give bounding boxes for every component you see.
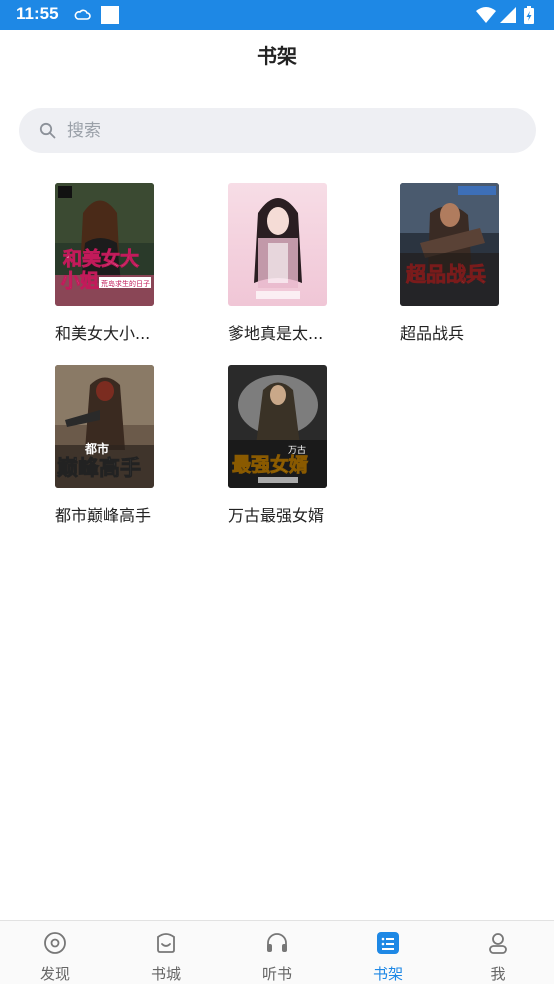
book-item[interactable]: 爹地真是太... [228, 183, 338, 344]
book-title: 都市巅峰高手 [55, 506, 152, 525]
nav-item-me[interactable]: 我 [443, 921, 553, 984]
book-title: 万古最强女婿 [228, 506, 325, 525]
search-input[interactable] [67, 108, 507, 153]
bookshelf-icon [377, 932, 399, 954]
status-bar: 11:55 [0, 0, 554, 30]
wifi-icon [476, 7, 496, 23]
svg-text:和美女大: 和美女大 [63, 247, 139, 270]
svg-text:最强女婿: 最强女婿 [232, 453, 309, 476]
search-icon [39, 122, 56, 139]
compass-icon [44, 932, 66, 954]
book-cover[interactable] [228, 183, 327, 306]
svg-text:巅峰高手: 巅峰高手 [57, 456, 141, 480]
nav-label: 书城 [150, 965, 181, 983]
svg-text:小姐: 小姐 [61, 269, 99, 292]
headphones-icon [267, 933, 287, 952]
battery-charging-icon [524, 6, 534, 24]
notification-square-icon [101, 6, 119, 24]
book-item[interactable]: 超品战兵 超品战兵 [400, 183, 510, 344]
book-cover[interactable]: 和美女大 小姐 荒岛求生的日子 [55, 183, 154, 306]
nav-item-store[interactable]: 书城 [111, 921, 221, 984]
nav-label: 我 [490, 965, 506, 983]
book-cover[interactable]: 超品战兵 [400, 183, 499, 306]
svg-text:荒岛求生的日子: 荒岛求生的日子 [101, 279, 150, 288]
nav-label: 发现 [39, 965, 70, 983]
book-title: 和美女大小... [55, 324, 151, 343]
nav-item-discover[interactable]: 发现 [0, 921, 110, 984]
bottom-nav: 发现 书城 听书 书架 我 [0, 920, 554, 984]
search-bar[interactable] [19, 108, 536, 153]
book-cover[interactable]: 万古 最强女婿 [228, 365, 327, 488]
nav-item-listen[interactable]: 听书 [222, 921, 332, 984]
book-item[interactable]: 万古 最强女婿 万古最强女婿 [228, 365, 338, 526]
book-item[interactable]: 都市 巅峰高手 都市巅峰高手 [55, 365, 165, 526]
book-title: 超品战兵 [400, 324, 465, 343]
book-title: 爹地真是太... [228, 324, 324, 343]
book-cover[interactable]: 都市 巅峰高手 [55, 365, 154, 488]
user-icon [489, 933, 507, 954]
status-icons [476, 6, 534, 24]
svg-text:都市: 都市 [84, 441, 109, 456]
book-item[interactable]: 和美女大 小姐 荒岛求生的日子 和美女大小... [55, 183, 165, 344]
signal-icon [500, 7, 516, 23]
nav-label: 听书 [261, 965, 292, 983]
cloud-sync-icon [74, 9, 91, 20]
nav-label: 书架 [372, 965, 403, 983]
svg-text:超品战兵: 超品战兵 [405, 262, 486, 286]
status-time: 11:55 [16, 4, 59, 23]
page-title: 书架 [257, 44, 297, 68]
nav-item-bookshelf[interactable]: 书架 [333, 921, 443, 984]
store-icon [157, 933, 175, 953]
